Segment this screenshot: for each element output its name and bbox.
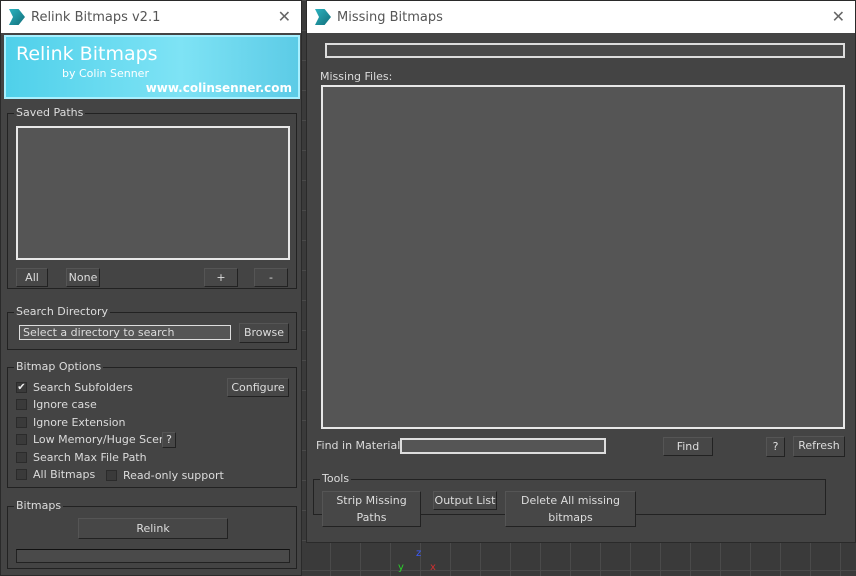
app-icon [315, 9, 331, 25]
readonly-support-checkbox[interactable] [106, 470, 117, 481]
browse-button[interactable]: Browse [239, 323, 289, 343]
low-memory-checkbox[interactable] [16, 434, 27, 445]
relink-progress-bar [16, 549, 290, 563]
close-icon[interactable]: ✕ [278, 7, 291, 26]
group-legend: Tools [320, 472, 352, 485]
tools-group: Tools Strip Missing Paths Output List De… [313, 472, 826, 527]
search-directory-input[interactable]: Select a directory to search [19, 325, 231, 340]
help-button[interactable]: ? [766, 437, 785, 457]
saved-paths-list[interactable] [16, 126, 290, 260]
missing-bitmaps-window: Missing Bitmaps ✕ Missing Files: Find in… [306, 0, 856, 543]
find-in-material-input[interactable] [400, 438, 606, 454]
output-list-button[interactable]: Output List [433, 491, 497, 510]
find-in-material-label: Find in Material: [316, 439, 404, 452]
relink-bitmaps-window: Relink Bitmaps v2.1 ✕ Relink Bitmaps by … [0, 0, 302, 576]
strip-missing-paths-button[interactable]: Strip Missing Paths [322, 491, 421, 527]
group-legend: Saved Paths [14, 106, 86, 119]
axis-x-label: x [430, 562, 436, 573]
search-directory-group: Search Directory Select a directory to s… [7, 305, 297, 350]
bitmap-options-group: Bitmap Options Configure ✔ Search Subfol… [7, 360, 297, 488]
search-max-path-checkbox[interactable] [16, 452, 27, 463]
checkbox-label: Read-only support [123, 469, 224, 482]
group-legend: Search Directory [14, 305, 110, 318]
bitmaps-group: Bitmaps Relink [7, 499, 297, 569]
group-legend: Bitmap Options [14, 360, 104, 373]
window-title: Relink Bitmaps v2.1 [31, 9, 161, 25]
axis-y-label: y [398, 562, 404, 573]
checkbox-label: Search Subfolders [33, 381, 133, 394]
title-bar[interactable]: Relink Bitmaps v2.1 ✕ [1, 1, 301, 33]
banner-title: Relink Bitmaps [16, 43, 158, 65]
missing-files-list[interactable] [321, 85, 845, 429]
ignore-extension-checkbox[interactable] [16, 417, 27, 428]
add-path-button[interactable]: + [204, 268, 238, 287]
search-subfolders-checkbox[interactable]: ✔ [16, 382, 27, 393]
checkbox-label: Low Memory/Huge Scene [33, 433, 173, 446]
delete-all-missing-button[interactable]: Delete All missing bitmaps [505, 491, 636, 527]
banner-author: by Colin Senner [62, 67, 149, 80]
banner-url: www.colinsenner.com [145, 81, 292, 95]
all-button[interactable]: All [16, 268, 48, 287]
saved-paths-group: Saved Paths All None + - [7, 106, 297, 289]
app-icon [9, 9, 25, 25]
remove-path-button[interactable]: - [254, 268, 288, 287]
axis-z-label: z [416, 548, 422, 559]
configure-button[interactable]: Configure [227, 378, 289, 397]
banner: Relink Bitmaps by Colin Senner www.colin… [4, 35, 300, 99]
checkbox-label: All Bitmaps [33, 468, 96, 481]
checkbox-label: Ignore case [33, 398, 97, 411]
checkbox-label: Ignore Extension [33, 416, 126, 429]
relink-button[interactable]: Relink [78, 518, 228, 539]
checkbox-label: Search Max File Path [33, 451, 147, 464]
group-legend: Bitmaps [14, 499, 64, 512]
ignore-case-checkbox[interactable] [16, 399, 27, 410]
close-icon[interactable]: ✕ [832, 7, 845, 26]
find-button[interactable]: Find [663, 437, 713, 456]
window-title: Missing Bitmaps [337, 9, 443, 25]
none-button[interactable]: None [66, 268, 100, 287]
title-bar[interactable]: Missing Bitmaps ✕ [307, 1, 855, 33]
top-progress-bar [325, 43, 845, 58]
all-bitmaps-checkbox[interactable] [16, 469, 27, 480]
missing-files-label: Missing Files: [320, 70, 393, 83]
low-memory-help-button[interactable]: ? [162, 432, 176, 448]
refresh-button[interactable]: Refresh [793, 436, 845, 457]
